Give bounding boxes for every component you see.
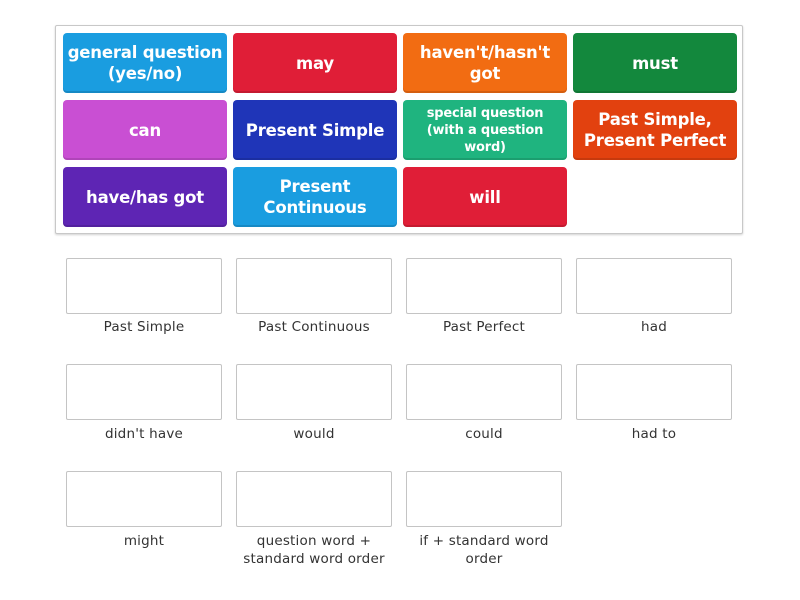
slot-label: Past Continuous [258,319,370,335]
tile-present-continuous[interactable]: Present Continuous [233,167,397,227]
tile-past-simple-present-perfect[interactable]: Past Simple, Present Perfect [573,100,737,160]
slot-label: didn't have [104,426,184,442]
tile-must[interactable]: must [573,33,737,93]
tile-will[interactable]: will [403,167,567,227]
drop-slot-past-simple[interactable] [66,258,222,314]
slot-label: had to [631,426,677,442]
slot-label: Past Perfect [442,319,526,335]
tile-may[interactable]: may [233,33,397,93]
slot-label: if + standard word order [419,533,549,567]
slot-label: had [641,319,667,335]
drop-slot-would[interactable] [236,364,392,420]
tile-can[interactable]: can [63,100,227,160]
tile-havent-got[interactable]: haven't/hasn't got [403,33,567,93]
tile-general-question[interactable]: general question (yes/no) [63,33,227,93]
slot-label: would [293,426,335,442]
drop-slot-if-word-order[interactable] [406,471,562,527]
slot-label: Past Simple [103,319,185,335]
drop-slot-could[interactable] [406,364,562,420]
slot-label: question word + standard word order [243,533,385,567]
drop-slot-didnt-have[interactable] [66,364,222,420]
drop-slot-past-perfect[interactable] [406,258,562,314]
drop-slot-might[interactable] [66,471,222,527]
drop-slot-past-continuous[interactable] [236,258,392,314]
slot-label: could [465,426,503,442]
tile-present-simple[interactable]: Present Simple [233,100,397,160]
drop-slot-had[interactable] [576,258,732,314]
tile-have-has-got[interactable]: have/has got [63,167,227,227]
tile-special-question[interactable]: special question (with a question word) [403,100,567,160]
drop-slot-question-word-order[interactable] [236,471,392,527]
slot-label: might [123,533,165,549]
drop-slot-had-to[interactable] [576,364,732,420]
